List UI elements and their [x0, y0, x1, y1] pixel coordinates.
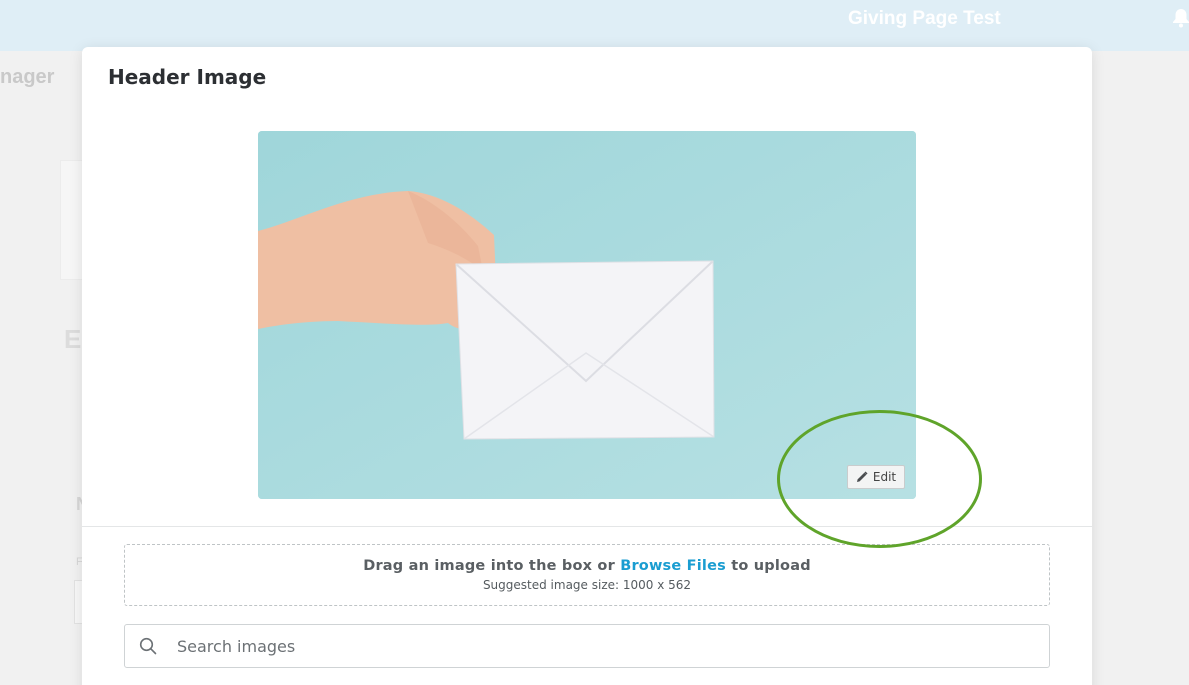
- envelope-photo: [258, 131, 916, 499]
- edit-image-button[interactable]: Edit: [847, 465, 905, 489]
- dropzone-text-after: to upload: [725, 558, 811, 574]
- browse-files-link[interactable]: Browse Files: [620, 558, 726, 574]
- divider: [82, 526, 1092, 527]
- header-image-preview: Edit: [258, 131, 916, 499]
- bell-icon[interactable]: [1172, 8, 1189, 28]
- dropzone-text-before: Drag an image into the box or: [363, 558, 621, 574]
- search-icon: [139, 637, 157, 655]
- edit-button-label: Edit: [872, 470, 897, 484]
- modal-title: Header Image: [108, 65, 267, 89]
- pencil-icon: [856, 471, 868, 483]
- sidebar-heading: nager: [0, 66, 55, 88]
- image-dropzone[interactable]: Drag an image into the box or Browse Fil…: [124, 544, 1050, 606]
- search-images-input[interactable]: [177, 636, 997, 656]
- image-search-box: [124, 624, 1050, 668]
- suggested-size-note: Suggested image size: 1000 x 562: [482, 578, 692, 592]
- header-image-modal: Header Image Edit Drag an image into the…: [82, 47, 1092, 685]
- topbar-title: Giving Page Test: [848, 8, 1001, 29]
- app-topbar: Giving Page Test: [0, 0, 1189, 51]
- dropzone-instructions: Drag an image into the box or Browse Fil…: [125, 558, 1049, 574]
- background-section-heading: E: [64, 324, 82, 354]
